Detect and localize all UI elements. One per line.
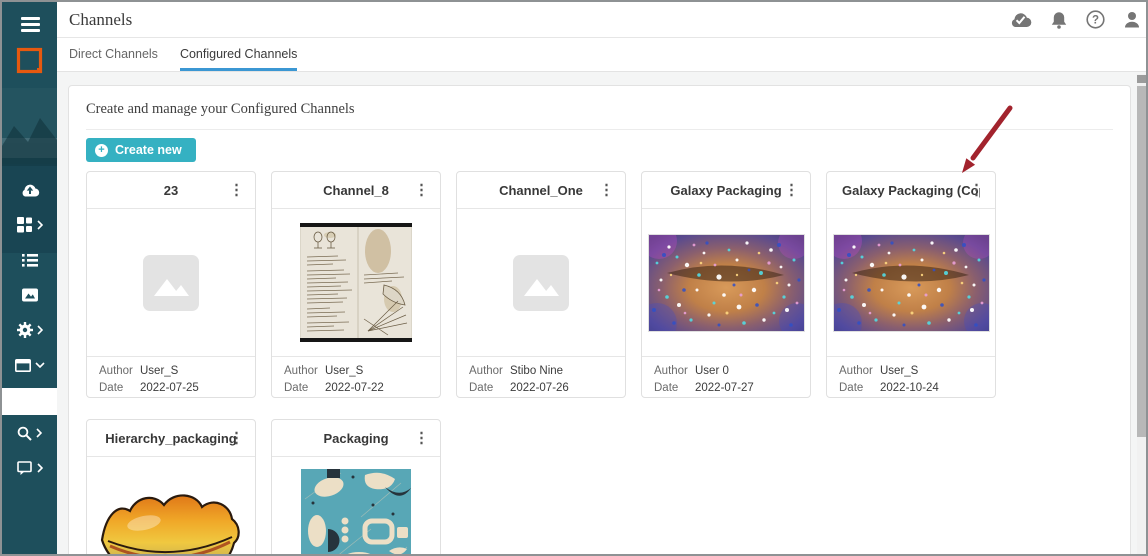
sidebar-item-apps[interactable] xyxy=(2,216,57,234)
cloud-status-icon[interactable] xyxy=(1009,12,1032,28)
app-window: Channels ? xyxy=(0,0,1148,556)
chevron-down-icon xyxy=(35,362,45,368)
sidebar xyxy=(2,2,57,554)
user-profile-icon[interactable] xyxy=(1124,11,1140,28)
kebab-menu-icon[interactable]: ⋮ xyxy=(782,181,801,200)
create-new-label: Create new xyxy=(115,143,182,157)
card-image-placeholder xyxy=(87,209,255,356)
date-label: Date xyxy=(99,380,140,397)
author-value: Stibo Nine xyxy=(510,365,563,377)
sidebar-gap xyxy=(2,388,57,415)
date-label: Date xyxy=(469,380,510,397)
chevron-right-icon xyxy=(37,463,43,473)
svg-text:?: ? xyxy=(1092,15,1099,27)
image-icon xyxy=(22,288,38,302)
kebab-menu-icon[interactable]: ⋮ xyxy=(227,181,246,200)
tab-direct-channels[interactable]: Direct Channels xyxy=(69,38,158,71)
sidebar-item-workspace[interactable] xyxy=(2,356,57,374)
author-value: User_S xyxy=(880,365,918,377)
hamburger-menu-icon[interactable] xyxy=(21,17,40,33)
kebab-menu-icon[interactable]: ⋮ xyxy=(227,429,246,448)
sidebar-item-search[interactable] xyxy=(2,424,57,442)
date-label: Date xyxy=(839,380,880,397)
settings-gear-icon xyxy=(17,322,33,338)
sidebar-nav-bottom xyxy=(2,424,57,494)
sidebar-nav xyxy=(2,181,57,391)
channel-card[interactable]: Hierarchy_packaging ⋮ xyxy=(86,419,256,556)
sidebar-item-settings[interactable] xyxy=(2,321,57,339)
date-label: Date xyxy=(654,380,695,397)
author-label: Author xyxy=(654,363,695,380)
kebab-menu-icon[interactable]: ⋮ xyxy=(412,181,431,200)
card-image-placeholder xyxy=(457,209,625,356)
sidebar-item-media[interactable] xyxy=(2,286,57,304)
author-value: User_S xyxy=(140,365,178,377)
date-value: 2022-07-25 xyxy=(140,382,199,394)
channel-card[interactable]: Channel_8 ⋮ AuthorUser_S Date2022-07-22 xyxy=(271,171,441,398)
window-panels-icon xyxy=(15,359,31,372)
card-image-bowl xyxy=(87,457,255,556)
sidebar-item-messages[interactable] xyxy=(2,459,57,477)
channel-card[interactable]: Channel_One ⋮ AuthorStibo Nine Date2022-… xyxy=(456,171,626,398)
channel-card[interactable]: Packaging ⋮ xyxy=(271,419,441,556)
chevron-right-icon xyxy=(37,220,43,230)
card-image-galaxy xyxy=(642,209,810,356)
card-title: Channel_8 xyxy=(323,183,389,198)
chat-icon xyxy=(17,461,33,476)
plus-icon: + xyxy=(95,144,108,157)
apps-grid-icon xyxy=(17,217,33,233)
channel-card[interactable]: 23 ⋮ AuthorUser_S Date2022-07-25 xyxy=(86,171,256,398)
date-value: 2022-10-24 xyxy=(880,382,939,394)
panel-heading: Create and manage your Configured Channe… xyxy=(69,86,1130,129)
card-title: Galaxy Packaging (Copy) xyxy=(842,183,980,198)
help-icon[interactable]: ? xyxy=(1086,10,1105,29)
date-value: 2022-07-22 xyxy=(325,382,384,394)
author-value: User 0 xyxy=(695,365,729,377)
scrollbar-thumb[interactable] xyxy=(1137,86,1146,437)
author-label: Author xyxy=(469,363,510,380)
chevron-right-icon xyxy=(37,325,43,335)
kebab-menu-icon[interactable]: ⋮ xyxy=(967,181,986,200)
chevron-right-icon xyxy=(36,428,42,438)
card-image-galaxy xyxy=(827,209,995,356)
scrollbar-track[interactable] xyxy=(1137,74,1146,554)
date-value: 2022-07-27 xyxy=(695,382,754,394)
search-icon xyxy=(17,426,32,441)
author-label: Author xyxy=(839,363,880,380)
sidebar-item-list[interactable] xyxy=(2,251,57,269)
tab-bar: Direct Channels Configured Channels xyxy=(57,38,1146,72)
author-label: Author xyxy=(284,363,325,380)
tab-configured-channels[interactable]: Configured Channels xyxy=(180,38,297,71)
card-image-pattern xyxy=(272,457,440,556)
card-title: Galaxy Packaging xyxy=(670,183,781,198)
kebab-menu-icon[interactable]: ⋮ xyxy=(412,429,431,448)
card-title: Hierarchy_packaging xyxy=(105,431,237,446)
card-title: Packaging xyxy=(323,431,388,446)
card-title: 23 xyxy=(164,183,178,198)
list-icon xyxy=(22,254,38,267)
scrollbar-top-button[interactable] xyxy=(1137,75,1146,83)
date-value: 2022-07-26 xyxy=(510,382,569,394)
author-label: Author xyxy=(99,363,140,380)
notifications-bell-icon[interactable] xyxy=(1051,11,1067,29)
channel-card[interactable]: Galaxy Packaging ⋮ AuthorUser 0 Date2022… xyxy=(641,171,811,398)
card-title: Channel_One xyxy=(499,183,583,198)
step-logo[interactable] xyxy=(16,47,45,81)
content-panel: Create and manage your Configured Channe… xyxy=(68,85,1131,556)
sidebar-item-cloud-upload[interactable] xyxy=(2,181,57,199)
create-new-button[interactable]: + Create new xyxy=(86,138,196,162)
channel-card-grid: 23 ⋮ AuthorUser_S Date2022-07-25 Channel… xyxy=(86,171,1116,556)
author-value: User_S xyxy=(325,365,363,377)
kebab-menu-icon[interactable]: ⋮ xyxy=(597,181,616,200)
cloud-upload-icon xyxy=(20,183,40,197)
divider xyxy=(86,129,1113,130)
channel-card[interactable]: Galaxy Packaging (Copy) ⋮ AuthorUser_S D… xyxy=(826,171,996,398)
page-title: Channels xyxy=(69,10,132,30)
card-image-manuscript xyxy=(272,209,440,356)
date-label: Date xyxy=(284,380,325,397)
page-header: Channels ? xyxy=(57,2,1146,38)
header-icons: ? xyxy=(1009,10,1146,29)
